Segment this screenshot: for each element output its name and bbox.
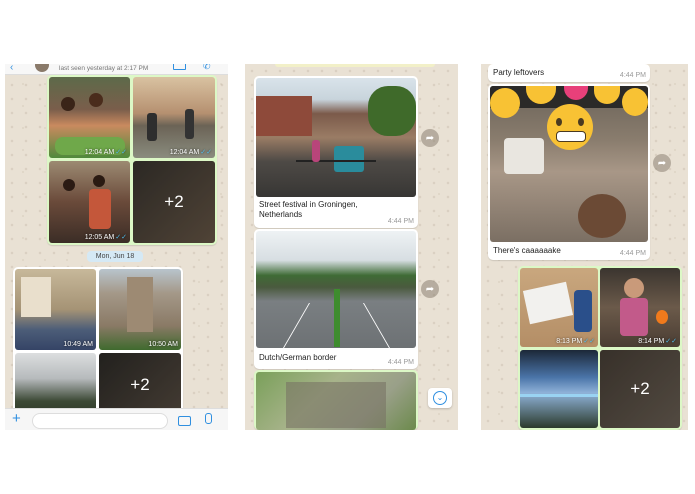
message-time: 12:04 AM✓✓ [169,149,212,156]
photo-caption: There's caaaaaake [493,246,561,255]
top-divider [275,64,435,67]
emoji-icon [490,88,520,118]
photo-message-bubble [254,370,418,430]
scroll-down-button[interactable]: ⌄ [428,388,452,408]
photo-thumbnail[interactable]: 10:49 AM [15,269,96,350]
photo-thumbnail[interactable]: 12:04 AM✓✓ [133,77,215,158]
camera-icon[interactable] [178,416,191,426]
chat-header: ‹ last seen yesterday at 2:17 PM ✆ [5,64,228,75]
photo-thumbnail[interactable]: 10:50 AM [99,269,181,350]
message-input[interactable] [32,413,168,429]
message-time: 4:44 PM [387,359,414,366]
more-photos-tile[interactable]: +2 [600,350,680,428]
message-time: 10:49 AM [63,341,93,348]
photo-message[interactable] [256,372,416,430]
photo-thumbnail[interactable]: 8:14 PM✓✓ [600,268,680,347]
message-time: 8:13 PM✓✓ [556,338,595,345]
chat-screen-2: Street festival in Groningen, Netherland… [245,64,458,430]
photo-thumbnail[interactable] [520,350,598,428]
text-message-bubble: Party leftovers 4:44 PM [488,64,650,82]
photo-thumbnail[interactable]: 12:05 AM✓✓ [49,161,130,243]
photo-message-bubble: Street festival in Groningen, Netherland… [254,76,418,228]
photo-caption: Street festival in Groningen, Netherland… [259,200,358,219]
more-count: +2 [600,350,680,428]
photo-thumbnail[interactable]: 12:04 AM✓✓ [49,77,130,158]
input-bar: + [5,408,228,430]
photo-group-bubble: 12:04 AM✓✓ 12:04 AM✓✓ 12:05 AM✓✓ +2 [47,75,217,245]
photo-message[interactable] [256,231,416,348]
message-text: Party leftovers [493,68,545,77]
back-chevron-icon[interactable]: ‹ [10,64,13,73]
chat-screen-1: ‹ last seen yesterday at 2:17 PM ✆ 12:04… [5,64,228,430]
photo-caption: Dutch/German border [259,353,337,362]
plus-icon[interactable]: + [12,410,21,428]
message-time: 4:44 PM [619,250,646,257]
forward-icon[interactable]: ➦ [421,280,439,298]
microphone-icon[interactable] [205,413,212,424]
photo-message-bubble: Dutch/German border 4:44 PM [254,229,418,369]
chevron-down-icon: ⌄ [433,391,447,405]
date-chip-label: Mon, Jun 18 [95,253,135,260]
photo-thumbnail[interactable]: 8:13 PM✓✓ [520,268,598,347]
emoji-icon [622,88,648,116]
message-time: 4:44 PM [387,218,414,225]
photo-group-bubble: 10:49 AM 10:50 AM +2 [13,267,183,417]
date-chip: Mon, Jun 18 [87,251,143,262]
message-time: 12:04 AM✓✓ [84,149,127,156]
more-count: +2 [133,161,215,243]
message-time: 12:05 AM✓✓ [84,234,127,241]
avatar[interactable] [35,64,49,72]
phone-call-icon[interactable]: ✆ [203,64,211,72]
forward-icon[interactable]: ➦ [421,129,439,147]
more-photos-tile[interactable]: +2 [133,161,215,243]
photo-message-bubble: There's caaaaaake 4:44 PM [488,84,650,260]
photo-group-bubble: 8:13 PM✓✓ 8:14 PM✓✓ +2 [518,266,682,430]
photo-message[interactable] [256,78,416,197]
last-seen-status: last seen yesterday at 2:17 PM [59,65,149,72]
message-time: 10:50 AM [148,341,178,348]
forward-icon[interactable]: ➦ [653,154,671,172]
message-time: 8:14 PM✓✓ [638,338,677,345]
video-call-icon[interactable] [173,64,186,70]
chat-screen-3: Party leftovers 4:44 PM There's caaaaaak… [481,64,688,430]
photo-message[interactable] [490,86,648,242]
grimacing-emoji-icon [547,104,593,150]
message-time: 4:44 PM [619,72,646,79]
